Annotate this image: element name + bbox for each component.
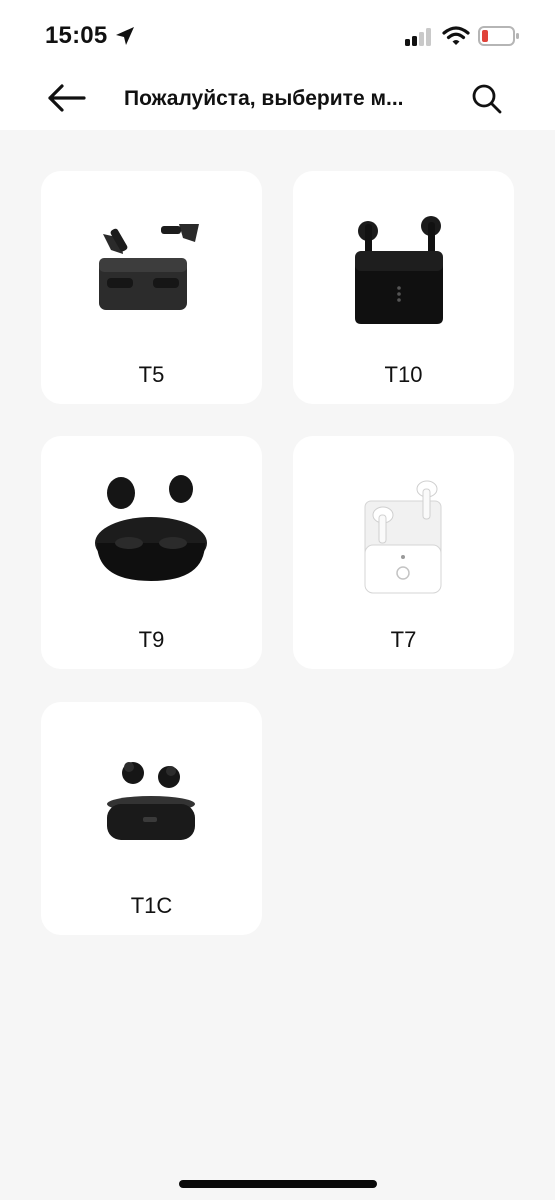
earbuds-t7-image <box>364 480 442 594</box>
page-title: Пожалуйста, выберите м... <box>124 87 404 110</box>
model-card-t5[interactable]: T5 <box>41 171 262 404</box>
earbuds-t10-image <box>355 216 443 324</box>
wifi-icon <box>442 26 470 45</box>
model-label: T5 <box>138 362 165 387</box>
model-label: T9 <box>138 627 165 652</box>
location-arrow-icon <box>116 27 134 45</box>
battery-low-icon <box>478 26 519 46</box>
model-label: T1C <box>130 893 173 918</box>
top-bar: 15:05 Пожалуйста, выберите м... <box>0 0 555 130</box>
home-indicator[interactable] <box>179 1180 377 1188</box>
cellular-signal-icon <box>405 28 431 46</box>
status-time: 15:05 <box>45 22 108 49</box>
earbuds-t1c-image <box>107 762 195 840</box>
model-card-t10[interactable]: T10 <box>293 171 514 404</box>
search-button[interactable] <box>470 82 504 116</box>
model-card-t1c[interactable]: T1C <box>41 702 262 935</box>
back-button[interactable] <box>46 80 88 116</box>
search-icon <box>472 84 502 114</box>
model-label: T10 <box>384 362 423 387</box>
earbuds-t9-image <box>95 475 207 581</box>
model-card-t9[interactable]: T9 <box>41 436 262 669</box>
model-label: T7 <box>390 627 417 652</box>
arrow-left-icon <box>48 84 86 112</box>
earbuds-t5-image <box>99 224 199 310</box>
model-card-t7[interactable]: T7 <box>293 436 514 669</box>
